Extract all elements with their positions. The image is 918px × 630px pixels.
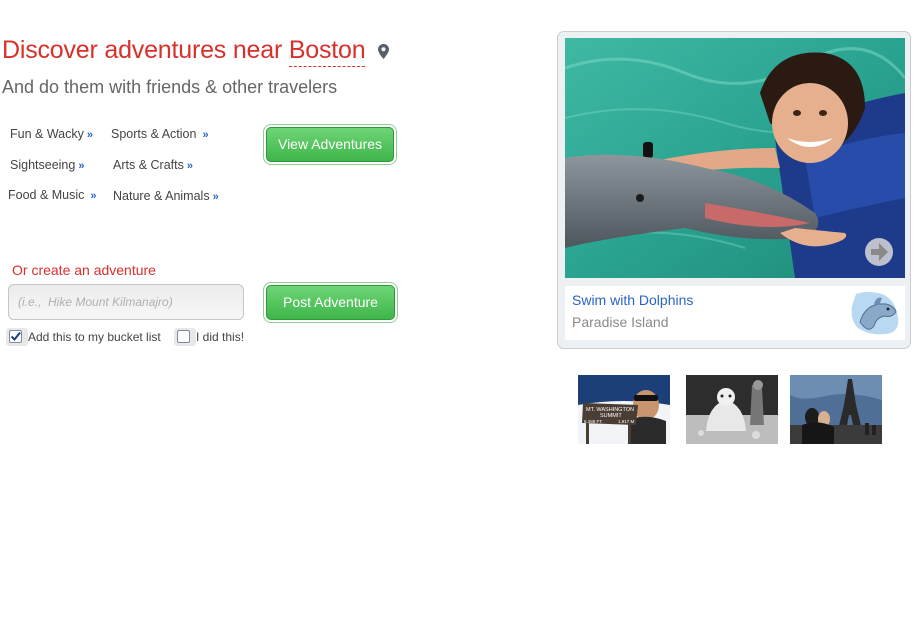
bucket-list-checkbox[interactable] bbox=[9, 330, 22, 343]
page-headline: Discover adventures near Boston bbox=[2, 36, 390, 67]
did-this-option[interactable]: I did this! bbox=[174, 328, 244, 346]
featured-photo[interactable] bbox=[565, 38, 905, 278]
headline-text: Discover adventures near bbox=[2, 36, 283, 64]
next-arrow-icon[interactable] bbox=[864, 237, 894, 267]
double-chevron-icon: » bbox=[90, 190, 97, 202]
featured-location: Paradise Island bbox=[572, 314, 669, 330]
featured-title-link[interactable]: Swim with Dolphins bbox=[572, 292, 693, 308]
category-label: Nature & Animals bbox=[113, 189, 210, 203]
category-label: Sightseeing bbox=[10, 158, 76, 172]
thumbnail-snow-sculpture[interactable] bbox=[686, 375, 778, 444]
page-subheadline: And do them with friends & other travele… bbox=[2, 77, 338, 97]
create-adventure-label: Or create an adventure bbox=[12, 262, 156, 278]
double-chevron-icon: » bbox=[212, 191, 219, 203]
category-nature-animals[interactable]: Nature & Animals» bbox=[113, 189, 219, 203]
did-this-label: I did this! bbox=[196, 330, 245, 344]
category-label: Arts & Crafts bbox=[113, 158, 184, 172]
category-label: Food & Music bbox=[8, 188, 85, 202]
category-fun-wacky[interactable]: Fun & Wacky» bbox=[10, 127, 93, 141]
city-selector[interactable]: Boston bbox=[288, 36, 366, 67]
double-chevron-icon: » bbox=[186, 160, 193, 172]
post-adventure-button[interactable]: Post Adventure bbox=[266, 285, 395, 320]
category-label: Sports & Action bbox=[111, 127, 197, 141]
category-sightseeing[interactable]: Sightseeing» bbox=[10, 158, 84, 172]
thumbnail-mt-washington[interactable]: MT. WASHINGTON SUMMIT 6,288 FT. 1,917 M bbox=[578, 375, 670, 444]
did-this-checkbox[interactable] bbox=[177, 330, 190, 343]
category-food-music[interactable]: Food & Music » bbox=[8, 188, 97, 202]
view-adventures-button[interactable]: View Adventures bbox=[266, 127, 394, 162]
adventure-input[interactable] bbox=[8, 284, 244, 320]
bucket-list-label: Add this to my bucket list bbox=[28, 330, 161, 344]
bucket-list-option[interactable]: Add this to my bucket list bbox=[6, 328, 161, 346]
category-label: Fun & Wacky bbox=[10, 127, 84, 141]
sign-text: 1,917 M bbox=[618, 419, 635, 424]
map-pin-icon[interactable] bbox=[378, 37, 390, 66]
category-arts-crafts[interactable]: Arts & Crafts» bbox=[113, 158, 193, 172]
thumbnail-eiffel-tower[interactable] bbox=[790, 375, 882, 444]
category-sports-action[interactable]: Sports & Action » bbox=[111, 127, 209, 141]
double-chevron-icon: » bbox=[78, 160, 85, 172]
dolphin-icon bbox=[848, 288, 902, 343]
double-chevron-icon: » bbox=[202, 129, 209, 141]
double-chevron-icon: » bbox=[86, 129, 93, 141]
